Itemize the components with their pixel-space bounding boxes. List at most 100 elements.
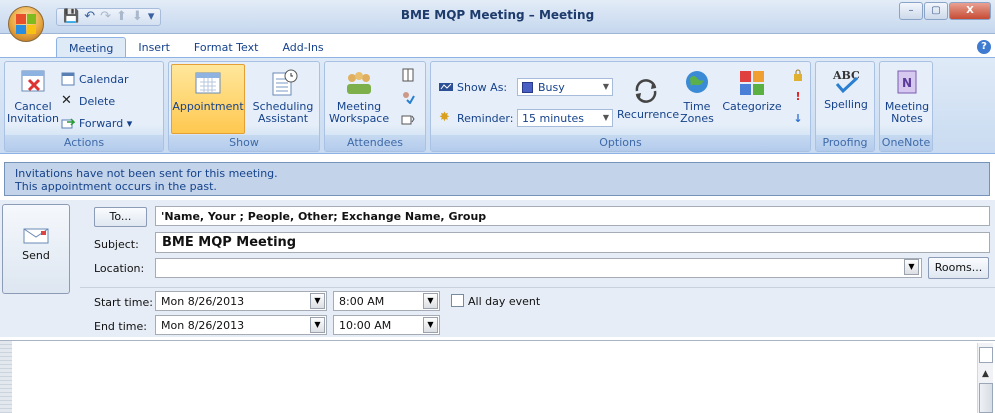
ribbon-tabs: Meeting Insert Format Text Add-Ins (56, 36, 336, 58)
chevron-down-icon: ▼ (310, 317, 325, 333)
spelling-label: Spelling (824, 98, 868, 111)
group-label-onenote: OneNote (880, 135, 932, 151)
reminder-dropdown[interactable]: 15 minutes ▼ (517, 109, 613, 127)
high-importance-icon[interactable]: ! (791, 90, 805, 104)
to-field[interactable]: 'Name, Your ; People, Other; Exchange Na… (155, 206, 990, 226)
office-button[interactable] (8, 6, 44, 42)
calendar-icon (61, 72, 75, 86)
end-time-label: End time: (94, 320, 147, 333)
start-time-value: 8:00 AM (339, 295, 385, 308)
delete-icon: ✕ (61, 93, 72, 108)
spelling-check-icon: ABC (831, 66, 861, 96)
vertical-scrollbar[interactable]: ▲ (977, 343, 993, 413)
chevron-down-icon: ▼ (423, 293, 438, 309)
show-as-dropdown[interactable]: Busy ▼ (517, 78, 613, 96)
low-importance-icon[interactable]: ↓ (791, 112, 805, 126)
group-options: Show As: Busy ▼ ✸ Reminder: 15 minutes ▼… (430, 61, 811, 152)
group-label-attendees: Attendees (325, 135, 425, 151)
message-body[interactable]: ▲ (0, 340, 995, 413)
send-button[interactable]: Send (2, 204, 70, 294)
start-date-picker[interactable]: Mon 8/26/2013 ▼ (155, 291, 327, 311)
end-time-picker[interactable]: 10:00 AM ▼ (333, 315, 440, 335)
scroll-thumb[interactable] (978, 383, 993, 413)
private-lock-icon[interactable] (791, 68, 805, 82)
scheduling-assistant-button[interactable]: Scheduling Assistant (249, 68, 317, 125)
reminder-label-wrap: ✸ Reminder: (439, 109, 513, 127)
group-show: Appointment Scheduling Assistant Show (168, 61, 320, 152)
recurrence-icon (631, 76, 661, 106)
spelling-button[interactable]: ABC Spelling (820, 66, 872, 111)
help-icon[interactable]: ? (977, 40, 991, 54)
forward-button[interactable]: Forward ▾ (61, 114, 132, 132)
tab-add-ins[interactable]: Add-Ins (270, 37, 335, 58)
meeting-workspace-button[interactable]: Meeting Workspace (329, 68, 389, 125)
meeting-workspace-icon (344, 68, 374, 98)
categorize-button[interactable]: Categorize (721, 68, 783, 113)
delete-button[interactable]: ✕ Delete (61, 92, 115, 110)
reminder-bell-icon: ✸ (439, 110, 450, 125)
close-button[interactable]: X (949, 2, 991, 20)
appointment-icon (193, 68, 223, 98)
time-zones-button[interactable]: Time Zones (677, 68, 717, 125)
all-day-label: All day event (468, 295, 541, 308)
categorize-label: Categorize (722, 100, 782, 113)
body-left-margin (0, 341, 12, 413)
meeting-workspace-label: Meeting Workspace (329, 100, 390, 125)
group-attendees: Meeting Workspace Attendees (324, 61, 426, 152)
meeting-notes-button[interactable]: N Meeting Notes (882, 68, 932, 125)
calendar-button[interactable]: Calendar (61, 70, 128, 88)
group-label-show: Show (169, 135, 319, 151)
window-title: BME MQP Meeting – Meeting (400, 8, 595, 22)
address-book-icon[interactable] (401, 68, 415, 82)
location-field[interactable] (155, 258, 922, 278)
info-line-invitations: Invitations have not been sent for this … (15, 167, 278, 180)
show-as-label: Show As: (457, 80, 508, 94)
office-logo-icon (16, 14, 36, 34)
minimize-button[interactable]: – (899, 2, 923, 20)
group-onenote: N Meeting Notes OneNote (879, 61, 933, 152)
start-date-value: Mon 8/26/2013 (161, 295, 245, 308)
cancel-invitation-icon (18, 68, 48, 98)
group-proofing: ABC Spelling Proofing (815, 61, 875, 152)
to-button[interactable]: To... (94, 207, 147, 227)
subject-label: Subject: (94, 238, 139, 251)
check-names-icon[interactable] (401, 90, 415, 105)
info-bar: Invitations have not been sent for this … (4, 162, 990, 196)
rooms-button[interactable]: Rooms... (928, 257, 989, 279)
group-actions: Cancel Invitation Calendar ✕ Delete Forw… (4, 61, 164, 152)
all-day-checkbox[interactable] (451, 294, 464, 307)
calendar-label: Calendar (79, 72, 129, 86)
start-time-picker[interactable]: 8:00 AM ▼ (333, 291, 440, 311)
tab-format-text[interactable]: Format Text (182, 37, 271, 58)
group-label-actions: Actions (5, 135, 163, 151)
cancel-invitation-button[interactable]: Cancel Invitation (7, 68, 59, 125)
scroll-up-icon[interactable]: ▲ (978, 369, 993, 379)
tab-insert[interactable]: Insert (126, 37, 182, 58)
end-date-picker[interactable]: Mon 8/26/2013 ▼ (155, 315, 327, 335)
end-date-value: Mon 8/26/2013 (161, 319, 245, 332)
show-as-label-wrap: Show As: (439, 78, 507, 96)
chevron-down-icon: ▼ (423, 317, 438, 333)
recurrence-label: Recurrence (617, 108, 680, 121)
appointment-button[interactable]: Appointment (171, 64, 245, 134)
globe-icon (682, 68, 712, 98)
chevron-down-icon: ▼ (904, 259, 919, 275)
response-options-icon[interactable] (401, 112, 415, 126)
scheduling-assistant-icon (268, 68, 298, 98)
onenote-icon: N (892, 68, 922, 98)
reminder-label: Reminder: (457, 111, 514, 125)
send-envelope-icon (23, 227, 49, 245)
recurrence-button[interactable]: Recurrence (617, 76, 680, 121)
delete-label: Delete (79, 94, 116, 108)
end-time-value: 10:00 AM (339, 319, 392, 332)
forward-label: Forward ▾ (79, 116, 133, 130)
svg-text:N: N (902, 76, 912, 90)
tab-meeting[interactable]: Meeting (56, 37, 127, 58)
subject-field[interactable]: BME MQP Meeting (155, 232, 990, 253)
ruler-toggle-icon[interactable] (978, 347, 993, 363)
maximize-button[interactable]: ▢ (924, 2, 948, 20)
show-as-value: Busy (538, 80, 565, 94)
divider (80, 287, 995, 288)
location-dropdown[interactable]: ▼ (900, 258, 920, 278)
chevron-down-icon: ▼ (602, 82, 609, 91)
